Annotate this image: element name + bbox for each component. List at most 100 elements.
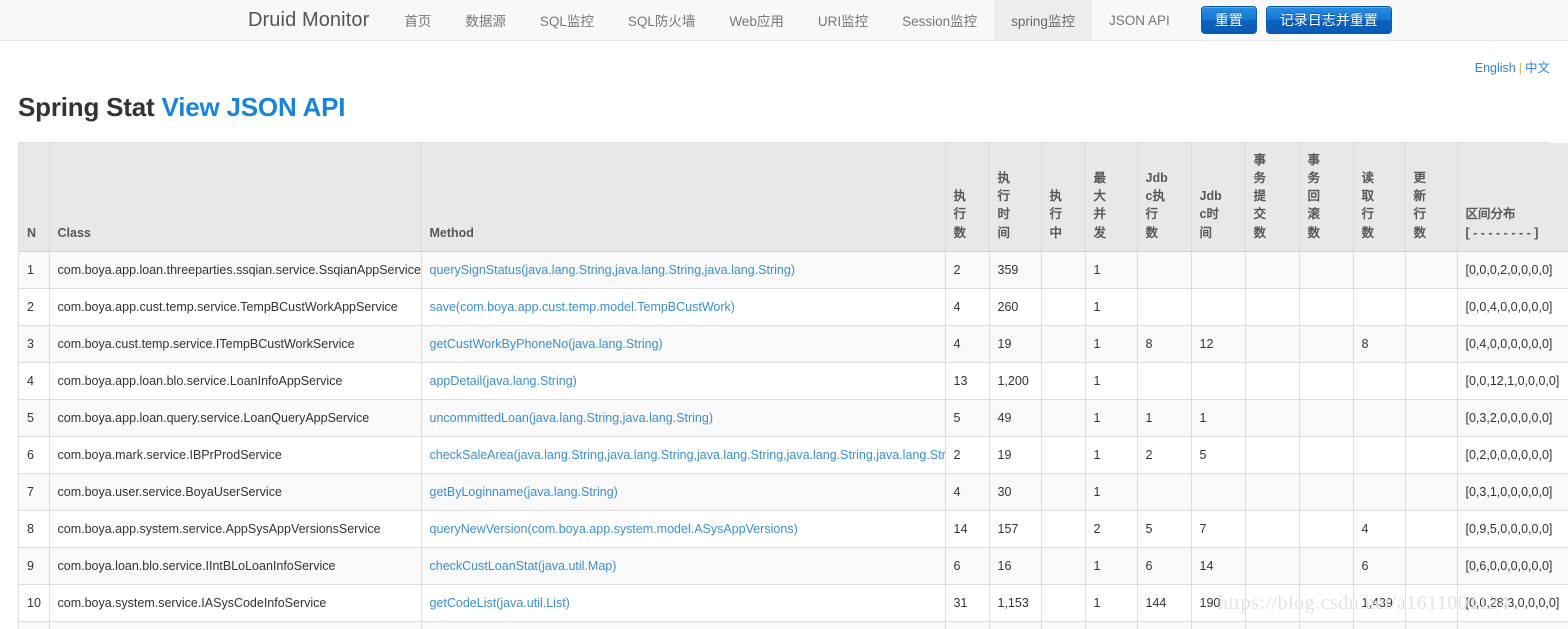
nav-item-datasource[interactable]: 数据源 [448, 0, 523, 40]
cell-jdbc-time: 7 [1191, 510, 1246, 548]
header-read-rows[interactable]: 读取行数 [1353, 143, 1406, 252]
nav-item-session-monitor[interactable]: Session监控 [885, 0, 994, 40]
cell-jdbc-exec-count: 2 [1137, 436, 1192, 474]
cell-exec-time: 1,200 [989, 362, 1042, 400]
method-link[interactable]: getCodeList(java.util.List) [430, 596, 570, 610]
cell-method[interactable]: getCodeList(java.util.List) [421, 584, 946, 622]
cell-update-rows [1405, 251, 1458, 289]
header-update-rows[interactable]: 更新行数 [1405, 143, 1458, 252]
header-method[interactable]: Method [421, 143, 946, 252]
method-link[interactable]: appDetail(java.lang.String) [430, 374, 577, 388]
nav-item-uri-monitor[interactable]: URI监控 [801, 0, 885, 40]
header-n[interactable]: N [19, 143, 50, 252]
cell-method[interactable]: checkSaleArea(java.lang.String,java.lang… [421, 436, 946, 474]
cell-method[interactable]: querySignStatus(java.lang.String,java.la… [421, 251, 946, 289]
cell-histogram: [0,2,0,0,0,0,0,0] [1457, 436, 1568, 474]
cell-exec-count: 6 [945, 547, 990, 585]
cell-class: com.boya.app.system.service.AppSysAppVer… [49, 510, 422, 548]
spring-stat-table-wrapper: N Class Method 执行数 执行时间 执行中 最大并发 Jdbc执行数… [18, 142, 1568, 629]
cell-tx-commit [1245, 362, 1300, 400]
header-tx-commit[interactable]: 事务提交数 [1245, 143, 1300, 252]
cell-method[interactable]: checkCustLoanStat(java.util.Map) [421, 547, 946, 585]
header-jdbc-exec-count[interactable]: Jdbc执行数 [1137, 143, 1192, 252]
cell-histogram: [0,9,5,0,0,0,0,0] [1457, 510, 1568, 548]
header-read-rows-label: 读取行数 [1361, 171, 1375, 240]
view-json-api-link[interactable]: View JSON API [162, 92, 346, 122]
cell-method[interactable]: getCustWorkByPhoneNo(java.lang.String) [421, 325, 946, 363]
cell-jdbc-exec-count [1137, 362, 1192, 400]
cell-tx-commit [1245, 251, 1300, 289]
cell-method[interactable]: uncommittedLoan(java.lang.String,java.la… [421, 399, 946, 437]
cell-method[interactable]: getCustChannelInfoByPhoneNo(java.lang.St… [421, 621, 946, 629]
cell-method[interactable]: getByLoginname(java.lang.String) [421, 473, 946, 511]
header-class[interactable]: Class [49, 143, 422, 252]
cell-jdbc-time [1191, 621, 1246, 629]
cell-tx-commit [1245, 510, 1300, 548]
cell-jdbc-exec-count [1137, 621, 1192, 629]
method-link[interactable]: querySignStatus(java.lang.String,java.la… [430, 263, 796, 277]
header-exec-count[interactable]: 执行数 [945, 143, 990, 252]
cell-class: com.boya.app.cust.temp.service.TempBCust… [49, 288, 422, 326]
cell-method[interactable]: appDetail(java.lang.String) [421, 362, 946, 400]
cell-class: com.boya.system.service.IASysCodeInfoSer… [49, 584, 422, 622]
lang-english-link[interactable]: English [1475, 61, 1516, 75]
cell-tx-commit [1245, 584, 1300, 622]
cell-max-concurrent: 1 [1085, 547, 1138, 585]
language-switcher: English | 中文 [0, 41, 1568, 76]
cell-index: 6 [19, 436, 50, 474]
nav-item-sql-monitor[interactable]: SQL监控 [523, 0, 611, 40]
method-link[interactable]: checkSaleArea(java.lang.String,java.lang… [430, 448, 945, 462]
method-link[interactable]: queryNewVersion(com.boya.app.system.mode… [430, 522, 798, 536]
method-link[interactable]: save(com.boya.app.cust.temp.model.TempBC… [430, 300, 735, 314]
cell-update-rows [1405, 288, 1458, 326]
cell-read-rows: 6 [1353, 547, 1406, 585]
top-navbar: Druid Monitor 首页 数据源 SQL监控 SQL防火墙 Web应用 … [0, 0, 1568, 41]
cell-method[interactable]: save(com.boya.app.cust.temp.model.TempBC… [421, 288, 946, 326]
cell-index: 10 [19, 584, 50, 622]
nav-item-home[interactable]: 首页 [387, 0, 448, 40]
cell-tx-commit [1245, 547, 1300, 585]
header-jdbc-time[interactable]: Jdbc时间 [1191, 143, 1246, 252]
header-exec-time-label: 执行时间 [997, 171, 1011, 240]
cell-jdbc-exec-count [1137, 473, 1192, 511]
cell-tx-rollback [1299, 251, 1354, 289]
cell-jdbc-time: 12 [1191, 325, 1246, 363]
nav-item-spring-monitor[interactable]: spring监控 [994, 0, 1092, 40]
lang-chinese-link[interactable]: 中文 [1525, 61, 1550, 75]
cell-method[interactable]: queryNewVersion(com.boya.app.system.mode… [421, 510, 946, 548]
cell-exec-count: 2 [945, 251, 990, 289]
method-link[interactable]: getCustWorkByPhoneNo(java.lang.String) [430, 337, 663, 351]
nav-item-sql-firewall[interactable]: SQL防火墙 [611, 0, 713, 40]
method-link[interactable]: uncommittedLoan(java.lang.String,java.la… [430, 411, 714, 425]
cell-index: 8 [19, 510, 50, 548]
cell-executing [1041, 325, 1086, 363]
cell-max-concurrent: 1 [1085, 251, 1138, 289]
method-link[interactable]: checkCustLoanStat(java.util.Map) [430, 559, 617, 573]
header-executing[interactable]: 执行中 [1041, 143, 1086, 252]
cell-jdbc-exec-count: 8 [1137, 325, 1192, 363]
header-exec-count-label: 执行数 [953, 189, 967, 240]
cell-tx-rollback [1299, 325, 1354, 363]
navbar-actions: 重置 记录日志并重置 [1187, 0, 1392, 40]
cell-tx-commit [1245, 325, 1300, 363]
cell-tx-commit [1245, 473, 1300, 511]
cell-update-rows [1405, 436, 1458, 474]
method-link[interactable]: getByLoginname(java.lang.String) [430, 485, 618, 499]
cell-jdbc-time: 5 [1191, 436, 1246, 474]
cell-exec-time: 1,153 [989, 584, 1042, 622]
table-row: 1 com.boya.app.loan.threeparties.ssqian.s… [19, 251, 1568, 289]
nav-item-json-api[interactable]: JSON API [1092, 0, 1187, 40]
cell-index: 2 [19, 288, 50, 326]
reset-button[interactable]: 重置 [1200, 6, 1257, 34]
cell-exec-time: 30 [989, 473, 1042, 511]
cell-class: com.boya.app.cust.bcu.service.CustBcuApp… [49, 621, 422, 629]
log-and-reset-button[interactable]: 记录日志并重置 [1265, 6, 1392, 34]
header-exec-time[interactable]: 执行时间 [989, 143, 1042, 252]
cell-jdbc-time: 1 [1191, 399, 1246, 437]
nav-item-web-app[interactable]: Web应用 [712, 0, 801, 40]
header-tx-rollback[interactable]: 事务回滚数 [1299, 143, 1354, 252]
cell-index: 3 [19, 325, 50, 363]
header-histogram[interactable]: 区间分布 [ - - - - - - - - ] [1457, 143, 1568, 252]
header-jdbc-exec-count-label: Jdbc执行数 [1145, 171, 1168, 240]
header-max-concurrent[interactable]: 最大并发 [1085, 143, 1138, 252]
